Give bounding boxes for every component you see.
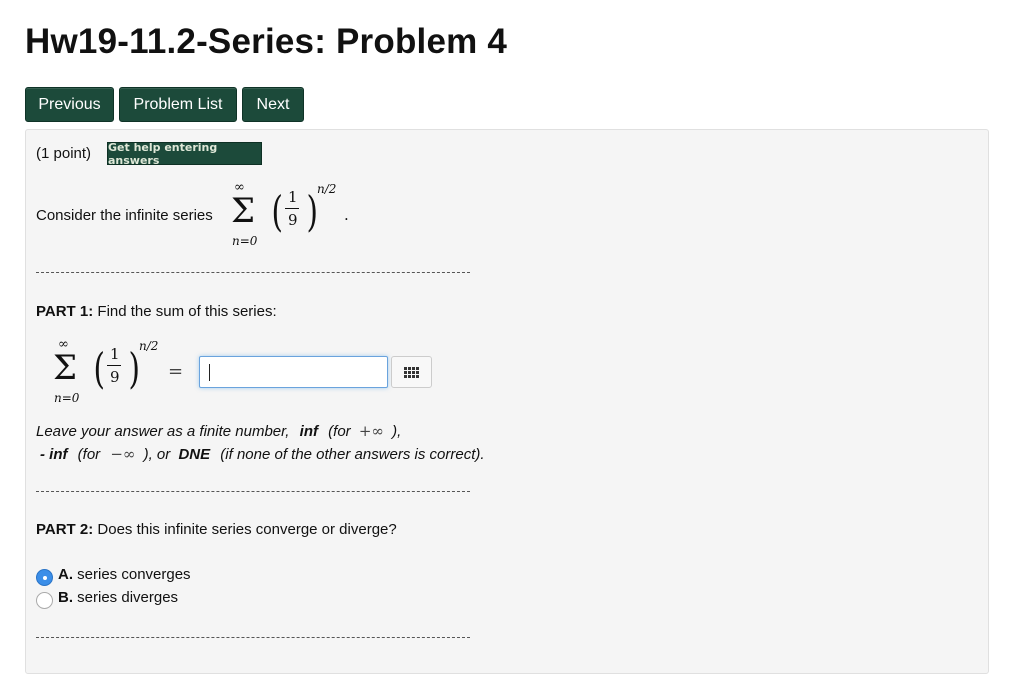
- answer-instructions-line1: Leave your answer as a finite number, in…: [36, 422, 401, 440]
- sum-lower-limit: n=0: [54, 391, 80, 405]
- problem-list-button[interactable]: Problem List: [119, 87, 237, 122]
- fraction-numerator: 1: [288, 188, 298, 206]
- point-value: (1 point): [36, 145, 92, 162]
- divider: [36, 272, 470, 273]
- fraction-bar: [107, 365, 121, 366]
- divider: [36, 637, 470, 638]
- left-paren: (: [93, 344, 105, 393]
- instructions-text: (for: [77, 446, 101, 463]
- part2-heading: PART 2: Does this infinite series conver…: [36, 521, 397, 538]
- dne-keyword: DNE: [178, 446, 211, 463]
- exponent: n/2: [317, 182, 337, 196]
- part1-heading: PART 1: Find the sum of this series:: [36, 303, 277, 320]
- answer-instructions-line2: - inf (for −∞ ), or DNE (if none of the …: [40, 445, 485, 463]
- previous-button[interactable]: Previous: [25, 87, 114, 122]
- page-title: Hw19-11.2-Series: Problem 4: [25, 22, 508, 61]
- instructions-text: ), or: [143, 446, 171, 463]
- text-caret: [209, 364, 210, 381]
- series-intro-text: Consider the infinite series: [36, 207, 213, 224]
- problem-panel: (1 point) Get help entering answers Cons…: [25, 129, 989, 674]
- part1-label: PART 1:: [36, 303, 94, 320]
- period: .: [344, 206, 349, 224]
- equals-sign: =: [168, 361, 184, 382]
- part1-text: Find the sum of this series:: [97, 303, 277, 320]
- fraction-denominator: 9: [110, 368, 120, 386]
- option-text: series converges: [77, 566, 191, 583]
- instructions-text: (for: [328, 423, 351, 440]
- plus-infinity: +∞: [358, 422, 384, 440]
- part2-label: PART 2:: [36, 521, 94, 538]
- option-b-label[interactable]: B. series diverges: [58, 589, 178, 606]
- fraction-denominator: 9: [288, 211, 298, 229]
- problem-navigation: Previous Problem List Next: [25, 87, 304, 122]
- exponent: n/2: [139, 339, 159, 353]
- part2-text: Does this infinite series converge or di…: [97, 521, 397, 538]
- option-a-radio[interactable]: [36, 569, 53, 586]
- sigma-symbol: Σ: [53, 348, 78, 388]
- minus-infinity: −∞: [110, 445, 136, 463]
- instructions-text: Leave your answer as a finite number,: [36, 423, 290, 440]
- instructions-text: ),: [392, 423, 402, 440]
- fraction-numerator: 1: [110, 345, 120, 363]
- instructions-text: (if none of the other answers is correct…: [220, 446, 485, 463]
- keyboard-icon: [404, 366, 419, 378]
- left-paren: (: [271, 187, 283, 236]
- option-letter: A.: [58, 566, 73, 583]
- answer-input[interactable]: [199, 356, 388, 388]
- option-text: series diverges: [77, 589, 179, 606]
- fraction-bar: [285, 208, 299, 209]
- help-entering-answers-button[interactable]: Get help entering answers: [107, 141, 262, 167]
- inf-keyword: inf: [299, 423, 318, 440]
- next-button[interactable]: Next: [242, 87, 304, 122]
- option-letter: B.: [58, 589, 73, 606]
- sum-lower-limit: n=0: [232, 234, 258, 248]
- option-a-label[interactable]: A. series converges: [58, 566, 191, 583]
- divider: [36, 491, 470, 492]
- neg-inf-keyword: - inf: [40, 446, 68, 463]
- equation-editor-button[interactable]: [391, 356, 432, 388]
- sigma-symbol: Σ: [231, 191, 256, 231]
- option-b-radio[interactable]: [36, 592, 53, 609]
